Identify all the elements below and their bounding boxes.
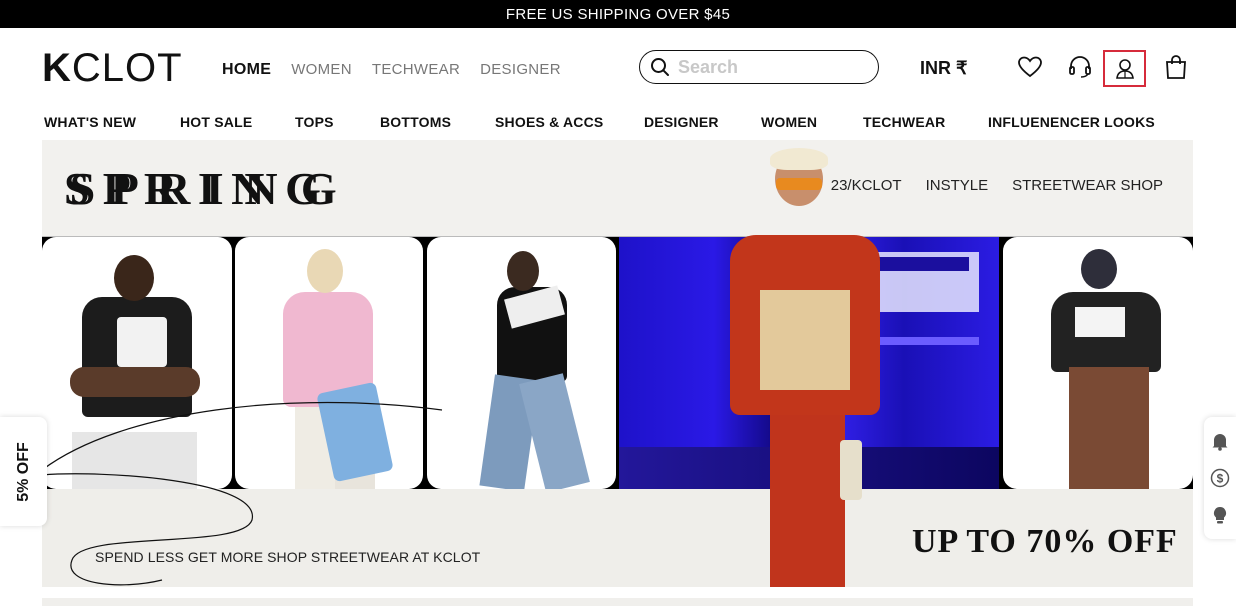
dollar-icon[interactable]: $ xyxy=(1210,468,1230,488)
nav-designer[interactable]: DESIGNER xyxy=(480,61,561,79)
announcement-bar: FREE US SHIPPING OVER $45 xyxy=(0,0,1236,28)
category-influencer-looks[interactable]: INFLUENENCER LOOKS xyxy=(988,114,1155,130)
heart-icon[interactable] xyxy=(1017,54,1043,80)
spring-banner[interactable]: SS PP RR II NN GG 23/KCLOT INSTYLE STREE… xyxy=(42,140,1193,587)
banner-offer: UP TO 70% OFF xyxy=(912,523,1178,560)
model-panel-5 xyxy=(1003,237,1193,489)
bulb-icon[interactable] xyxy=(1210,505,1230,525)
account-button[interactable] xyxy=(1103,50,1146,87)
category-shoes-accs[interactable]: SHOES & ACCS xyxy=(495,114,603,130)
discount-tab-label: 5% OFF xyxy=(14,441,32,502)
site-header: KCLOT HOME WOMEN TECHWEAR DESIGNER INR ₹ xyxy=(0,28,1236,108)
search-input[interactable] xyxy=(678,56,858,78)
category-bottoms[interactable]: BOTTOMS xyxy=(380,114,451,130)
bell-icon[interactable] xyxy=(1210,431,1230,451)
category-women[interactable]: WOMEN xyxy=(761,114,817,130)
featured-model xyxy=(720,140,890,587)
decorative-swoosh xyxy=(42,401,443,586)
category-techwear[interactable]: TECHWEAR xyxy=(863,114,945,130)
side-toolbar: $ xyxy=(1204,417,1236,539)
search-icon[interactable] xyxy=(650,57,670,77)
nav-techwear[interactable]: TECHWEAR xyxy=(372,61,460,79)
currency-selector[interactable]: INR ₹ xyxy=(920,58,967,79)
headset-icon[interactable] xyxy=(1067,54,1093,80)
kclot-logo[interactable]: KCLOT xyxy=(42,48,183,88)
category-tops[interactable]: TOPS xyxy=(295,114,334,130)
nav-home[interactable]: HOME xyxy=(222,61,271,79)
category-designer[interactable]: DESIGNER xyxy=(644,114,719,130)
category-hot-sale[interactable]: HOT SALE xyxy=(180,114,252,130)
shopping-bag-icon[interactable] xyxy=(1163,54,1189,80)
category-whats-new[interactable]: WHAT'S NEW xyxy=(44,114,136,130)
announcement-text: FREE US SHIPPING OVER $45 xyxy=(505,5,731,23)
main-nav: HOME WOMEN TECHWEAR DESIGNER xyxy=(222,61,561,79)
banner-title: SS PP RR II NN GG xyxy=(64,163,337,214)
nav-women[interactable]: WOMEN xyxy=(291,61,352,79)
next-section-strip xyxy=(42,598,1193,606)
banner-link-streetwear-shop: STREETWEAR SHOP xyxy=(1012,177,1163,194)
search-box xyxy=(639,50,879,84)
category-nav: WHAT'S NEW HOT SALE TOPS BOTTOMS SHOES &… xyxy=(44,114,1194,132)
account-icon xyxy=(1116,59,1134,79)
discount-side-tab[interactable]: 5% OFF xyxy=(0,417,47,526)
banner-link-instyle: INSTYLE xyxy=(925,177,989,194)
svg-text:$: $ xyxy=(1217,472,1224,486)
